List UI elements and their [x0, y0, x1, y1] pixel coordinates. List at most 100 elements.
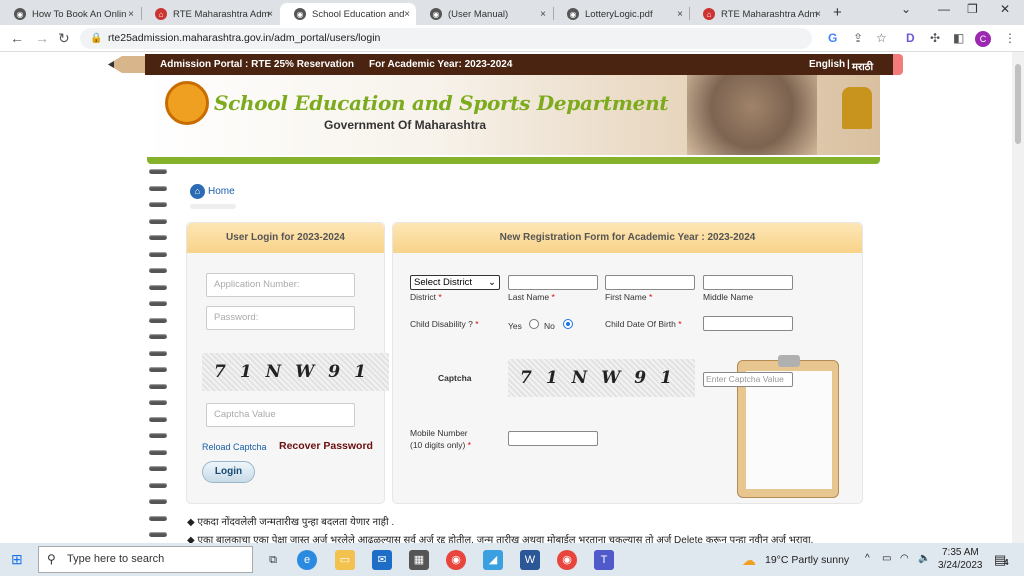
bookmark-star-icon[interactable]: ☆ — [876, 31, 887, 45]
close-icon[interactable]: × — [677, 9, 683, 20]
eraser-decoration — [893, 54, 903, 75]
browser-tab[interactable]: ◉ How To Book An Onlin × — [0, 3, 140, 25]
child-dob-input[interactable] — [703, 316, 793, 331]
login-heading: User Login for 2023-2024 — [187, 223, 384, 253]
browser-tab[interactable]: ⌂ RTE Maharashtra Adm × — [689, 3, 827, 25]
new-tab-button[interactable]: + — [833, 4, 842, 21]
url-bar[interactable]: 🔒 rte25admission.maharashtra.gov.in/adm_… — [80, 28, 812, 49]
extensions-puzzle-icon[interactable]: ✣ — [930, 31, 940, 45]
lock-icon[interactable]: 🔒 — [90, 28, 102, 49]
tab-label: RTE Maharashtra Adm — [721, 8, 818, 20]
page-scrollbar[interactable] — [1012, 52, 1024, 543]
forward-icon[interactable]: → — [35, 30, 49, 46]
tab-label: How To Book An Onlin — [32, 8, 127, 20]
url-text: rte25admission.maharashtra.gov.in/adm_po… — [108, 32, 381, 44]
clock-time[interactable]: 7:35 AM — [942, 547, 979, 558]
school-icon: ⌂ — [703, 8, 715, 20]
battery-icon[interactable]: ▭ — [882, 553, 891, 564]
edge-icon[interactable]: e — [297, 550, 317, 570]
word-icon[interactable]: W — [520, 550, 540, 570]
mobile-hint-label: (10 digits only) * — [410, 440, 471, 450]
tab-label: School Education and — [312, 8, 405, 20]
mail-icon[interactable]: ✉ — [372, 550, 392, 570]
language-marathi-link[interactable]: मराठी — [852, 59, 873, 73]
teams-icon[interactable]: T — [594, 550, 614, 570]
disability-no-label: No — [544, 321, 555, 331]
close-window-icon[interactable]: ✕ — [1000, 2, 1010, 16]
chrome-profile-icon[interactable]: ◉ — [557, 550, 577, 570]
last-name-input[interactable] — [508, 275, 598, 290]
department-title: School Education and Sports Department — [214, 91, 669, 115]
home-link[interactable]: Home — [208, 186, 235, 197]
globe-icon: ◉ — [14, 8, 26, 20]
school-icon: ⌂ — [155, 8, 167, 20]
disability-yes-radio[interactable] — [529, 319, 539, 329]
login-captcha-input[interactable]: Captcha Value — [206, 403, 355, 427]
password-input[interactable]: Password: — [206, 306, 355, 330]
file-explorer-icon[interactable]: ▭ — [335, 550, 355, 570]
pencil-icon — [108, 56, 148, 73]
home-icon[interactable]: ⌂ — [190, 184, 205, 199]
close-icon[interactable]: × — [404, 9, 410, 20]
restore-icon[interactable]: ❐ — [967, 2, 978, 16]
windows-taskbar: ⊞ ⚲ Type here to search ⧉ e ▭ ✉ ▦ ◉ ◢ W … — [0, 543, 1024, 576]
first-name-input[interactable] — [605, 275, 695, 290]
address-bar-row: ← → ↻ 🔒 rte25admission.maharashtra.gov.i… — [0, 25, 1024, 52]
share-icon[interactable]: ⇪ — [853, 31, 863, 45]
globe-icon: ◉ — [430, 8, 442, 20]
notification-count: 4 — [1004, 558, 1009, 567]
clock-date[interactable]: 3/24/2023 — [938, 560, 983, 571]
taskbar-search-box[interactable]: ⚲ Type here to search — [38, 546, 253, 573]
app-icon[interactable]: ◢ — [483, 550, 503, 570]
maharashtra-emblem-icon — [165, 81, 209, 125]
google-icon[interactable]: G — [828, 31, 837, 45]
minimize-icon[interactable]: — — [938, 2, 950, 16]
globe-icon: ◉ — [567, 8, 579, 20]
close-icon[interactable]: × — [267, 9, 273, 20]
tab-search-icon[interactable]: ⌄ — [901, 2, 911, 16]
task-view-icon[interactable]: ⧉ — [263, 550, 283, 570]
browser-tab[interactable]: ◉ LotteryLogic.pdf × — [553, 3, 689, 25]
menu-kebab-icon[interactable]: ⋮ — [1004, 31, 1016, 45]
profile-avatar[interactable]: C — [975, 31, 991, 47]
browser-tab[interactable]: ◉ (User Manual) × — [416, 3, 552, 25]
network-icon[interactable]: ◠ — [900, 553, 909, 564]
back-icon[interactable]: ← — [10, 30, 24, 46]
middle-name-label: Middle Name — [703, 292, 754, 302]
registration-captcha-input[interactable]: Enter Captcha Value — [703, 372, 793, 387]
windows-start-icon[interactable]: ⊞ — [11, 551, 23, 568]
reload-captcha-link[interactable]: Reload Captcha — [202, 442, 267, 452]
close-icon[interactable]: × — [128, 9, 134, 20]
government-subtitle: Government Of Maharashtra — [324, 118, 487, 132]
registration-captcha-label: Captcha — [438, 373, 472, 383]
chrome-icon[interactable]: ◉ — [446, 550, 466, 570]
language-english-link[interactable]: English — [809, 59, 845, 70]
extension-d-icon[interactable]: D — [906, 31, 915, 45]
close-icon[interactable]: × — [540, 9, 546, 20]
calculator-icon[interactable]: ▦ — [409, 550, 429, 570]
weather-text[interactable]: 19°C Partly sunny — [765, 554, 849, 566]
notebook-spiral — [149, 169, 169, 543]
district-label: District * — [410, 292, 442, 302]
tray-chevron-icon[interactable]: ^ — [865, 553, 870, 564]
login-button[interactable]: Login — [202, 461, 255, 483]
district-select[interactable]: Select District ⌄ — [410, 275, 500, 290]
academic-year-label: For Academic Year: 2023-2024 — [369, 59, 513, 70]
browser-tab-active[interactable]: ◉ School Education and × — [280, 3, 416, 25]
banner-underline — [147, 157, 880, 164]
volume-icon[interactable]: 🔈 — [918, 553, 930, 564]
application-number-input[interactable]: Application Number: — [206, 273, 355, 297]
middle-name-input[interactable] — [703, 275, 793, 290]
recover-password-link[interactable]: Recover Password — [279, 440, 373, 452]
disability-no-radio[interactable] — [563, 319, 573, 329]
browser-tab[interactable]: ⌂ RTE Maharashtra Adm × — [141, 3, 279, 25]
search-placeholder: Type here to search — [67, 553, 165, 565]
mobile-number-label: Mobile Number — [410, 428, 468, 438]
side-panel-icon[interactable]: ◧ — [953, 31, 964, 45]
close-icon[interactable]: × — [815, 9, 821, 20]
search-icon: ⚲ — [47, 552, 56, 566]
reload-icon[interactable]: ↻ — [58, 30, 70, 47]
page-content: Admission Portal : RTE 25% Reservation F… — [0, 52, 1012, 543]
last-name-label: Last Name * — [508, 292, 555, 302]
mobile-number-input[interactable] — [508, 431, 598, 446]
